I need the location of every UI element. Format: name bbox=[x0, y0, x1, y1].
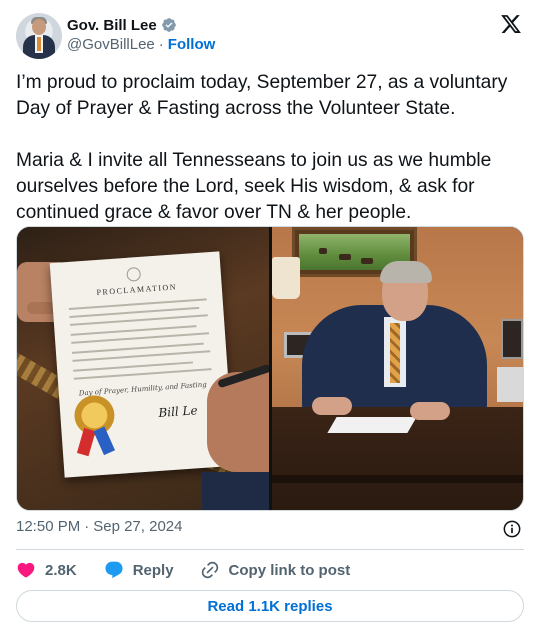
author-name-row: Gov. Bill Lee bbox=[67, 15, 177, 35]
photo-proclamation-signing[interactable]: PROCLAMATION Day of Prayer, Humility, an… bbox=[17, 227, 269, 510]
tweet-timestamp[interactable]: 12:50 PM · Sep 27, 2024 bbox=[16, 518, 182, 535]
like-button[interactable]: 2.8K bbox=[16, 558, 77, 582]
heart-icon bbox=[17, 562, 35, 578]
reply-bubble-icon bbox=[105, 561, 123, 579]
signature: Bill Le bbox=[157, 403, 199, 420]
reply-label: Reply bbox=[132, 561, 174, 579]
copy-link-label: Copy link to post bbox=[228, 561, 351, 579]
desk-phone bbox=[497, 367, 523, 402]
tweet-text: I’m proud to proclaim today, September 2… bbox=[16, 72, 508, 223]
tweet-date: Sep 27, 2024 bbox=[93, 518, 183, 535]
desk-paper bbox=[327, 417, 417, 433]
link-icon bbox=[201, 561, 218, 579]
media-grid: PROCLAMATION Day of Prayer, Humility, an… bbox=[16, 226, 524, 511]
tweet-card: Gov. Bill Lee @GovBillLee · Follow I’m p… bbox=[0, 0, 540, 637]
timestamp-separator: · bbox=[84, 518, 90, 535]
reply-button[interactable]: Reply bbox=[104, 558, 174, 582]
info-icon[interactable] bbox=[502, 519, 522, 539]
tweet-time: 12:50 PM bbox=[16, 518, 81, 535]
action-bar: 2.8K Reply Copy link to post bbox=[16, 558, 350, 582]
copy-link-button[interactable]: Copy link to post bbox=[200, 558, 351, 582]
photo-frame-right bbox=[501, 319, 523, 359]
verified-badge-icon bbox=[161, 18, 176, 32]
follow-button[interactable]: Follow bbox=[168, 36, 216, 53]
x-logo-icon[interactable] bbox=[499, 13, 523, 35]
author-display-name[interactable]: Gov. Bill Lee bbox=[67, 17, 157, 34]
author-handle[interactable]: @GovBillLee bbox=[67, 36, 155, 53]
author-avatar[interactable] bbox=[16, 13, 62, 59]
author-handle-row: @GovBillLee · Follow bbox=[67, 36, 215, 53]
proclamation-title: PROCLAMATION bbox=[96, 282, 178, 297]
lamp bbox=[272, 257, 300, 299]
hand-right bbox=[207, 372, 269, 472]
divider bbox=[16, 549, 524, 550]
photo-governor-at-desk[interactable] bbox=[272, 227, 523, 510]
like-count: 2.8K bbox=[45, 561, 77, 579]
read-replies-button[interactable]: Read 1.1K replies bbox=[16, 590, 524, 622]
handle-separator: · bbox=[158, 36, 164, 53]
